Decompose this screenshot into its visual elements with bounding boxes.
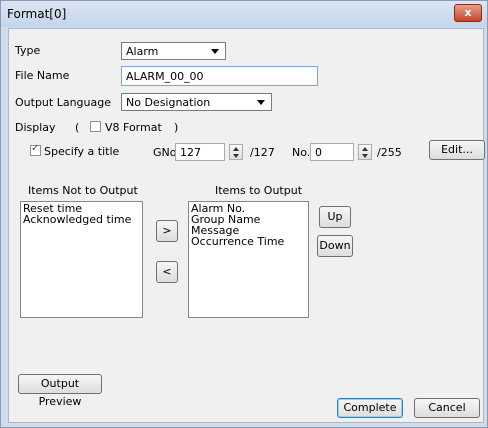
display-close-paren: ) <box>174 121 179 134</box>
down-button-label: Down <box>319 239 351 252</box>
spin-down-icon <box>233 154 239 158</box>
items-not-output-list[interactable]: Reset time Acknowledged time <box>20 201 143 318</box>
edit-button[interactable]: Edit... <box>429 140 485 160</box>
gno-spin-button[interactable] <box>229 144 243 160</box>
dialog-body: Type Alarm File Name ALARM_00_00 Output … <box>8 28 485 423</box>
output-preview-button[interactable]: Output Preview <box>18 374 102 408</box>
no-max: /255 <box>377 146 402 159</box>
format-dialog: Format[0] x Type Alarm File Name ALARM_0… <box>0 0 488 428</box>
no-spin-button[interactable] <box>358 144 372 160</box>
title-bar[interactable]: Format[0] x <box>1 1 487 27</box>
specify-title-checkbox[interactable] <box>30 143 41 156</box>
output-language-label: Output Language <box>15 96 111 109</box>
type-select-value: Alarm <box>126 45 159 58</box>
gno-value: 127 <box>180 146 201 159</box>
display-open-paren: ( <box>75 121 80 134</box>
edit-button-label: Edit... <box>441 143 473 156</box>
move-left-label: < <box>162 265 172 278</box>
move-right-label: > <box>162 224 172 237</box>
gno-input[interactable]: 127 <box>175 143 225 161</box>
file-name-input[interactable]: ALARM_00_00 <box>121 66 318 86</box>
output-language-select[interactable]: No Designation <box>121 93 272 111</box>
specify-title-label: Specify a title <box>44 145 120 158</box>
v8-format-label: V8 Format <box>105 121 162 134</box>
spin-up-icon <box>233 147 239 151</box>
output-preview-label: Output Preview <box>38 377 82 408</box>
up-button-label: Up <box>327 210 343 223</box>
move-right-button[interactable]: > <box>156 220 178 242</box>
v8-format-checkbox[interactable] <box>90 121 101 132</box>
items-output-header: Items to Output <box>215 184 303 197</box>
up-button[interactable]: Up <box>319 206 351 228</box>
no-value: 0 <box>315 146 322 159</box>
file-name-value: ALARM_00_00 <box>126 70 204 83</box>
output-language-value: No Designation <box>126 96 211 109</box>
display-label: Display <box>15 121 56 134</box>
spin-up-icon <box>362 147 368 151</box>
close-button[interactable]: x <box>454 4 482 22</box>
spin-down-icon <box>362 154 368 158</box>
items-not-output-header: Items Not to Output <box>28 184 138 197</box>
complete-button[interactable]: Complete <box>337 398 403 418</box>
complete-button-label: Complete <box>343 401 397 414</box>
gno-max: /127 <box>250 146 275 159</box>
no-label: No. <box>292 146 311 159</box>
down-button[interactable]: Down <box>317 235 353 257</box>
close-icon: x <box>464 6 472 19</box>
chevron-down-icon <box>257 100 265 105</box>
move-left-button[interactable]: < <box>156 261 178 283</box>
window-title: Format[0] <box>7 7 67 21</box>
chevron-down-icon <box>211 49 219 54</box>
file-name-label: File Name <box>15 69 70 82</box>
type-label: Type <box>15 44 41 57</box>
no-input[interactable]: 0 <box>310 143 354 161</box>
list-item[interactable]: Acknowledged time <box>23 214 140 225</box>
list-item[interactable]: Occurrence Time <box>191 236 306 247</box>
cancel-button-label: Cancel <box>428 401 466 414</box>
items-output-list[interactable]: Alarm No. Group Name Message Occurrence … <box>188 201 309 318</box>
type-select[interactable]: Alarm <box>121 42 226 60</box>
cancel-button[interactable]: Cancel <box>414 398 480 418</box>
